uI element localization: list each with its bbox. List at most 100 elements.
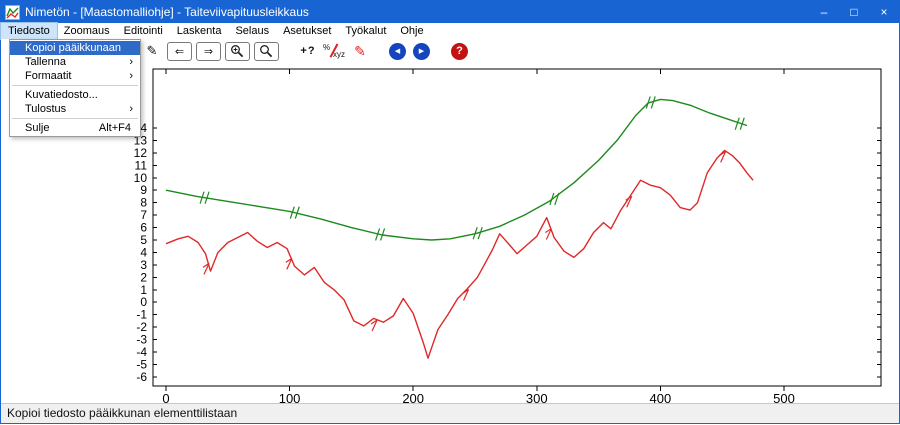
point-arrow-icon	[720, 151, 726, 155]
y-tick-label: 12	[134, 146, 148, 160]
step-forward-icon[interactable]: ▶	[413, 43, 430, 60]
statusbar: Kopioi tiedosto pääikkunan elementtilist…	[1, 403, 899, 423]
y-tick-label: -2	[136, 320, 147, 334]
y-tick-label: -5	[136, 357, 147, 371]
close-button[interactable]: ×	[869, 1, 899, 23]
station-hash-icon	[381, 228, 385, 240]
y-tick-label: 5	[140, 233, 147, 247]
view-next-icon[interactable]: ⇒	[196, 42, 221, 61]
magnifier-plus-icon	[230, 44, 245, 59]
menu-item-sulje[interactable]: Sulje Alt+F4	[10, 121, 140, 135]
menu-item-label: Tallenna	[25, 56, 66, 68]
station-hash-icon	[550, 193, 554, 205]
point-arrow-icon	[463, 290, 469, 294]
menu-item-label: Formaatit	[25, 70, 71, 82]
station-hash-icon	[478, 227, 482, 239]
station-hash-icon	[473, 227, 477, 239]
point-arrow-icon	[721, 151, 726, 162]
point-arrow-icon	[371, 320, 377, 324]
y-tick-label: 4	[140, 245, 147, 259]
coordinate-values-icon[interactable]: % xyz	[323, 41, 345, 61]
submenu-arrow-icon: ›	[129, 69, 133, 83]
menubar: Tiedosto Zoomaus Editointi Laskenta Sela…	[1, 23, 899, 39]
left-double-arrow-icon: ⇐	[175, 45, 184, 58]
y-tick-label: 10	[134, 171, 148, 185]
app-window: Nimetön - [Maastomalliohje] - Taiteviiva…	[0, 0, 900, 424]
point-arrow-icon	[464, 290, 469, 301]
xyz-glyph: xyz	[333, 51, 345, 58]
percent-glyph: %	[323, 44, 330, 51]
y-tick-label: 11	[135, 158, 148, 172]
app-icon	[5, 5, 20, 20]
step-back-icon[interactable]: ◀	[389, 43, 406, 60]
plot-frame	[153, 69, 881, 386]
menu-item-formaatit[interactable]: Formaatit ›	[10, 69, 140, 83]
y-tick-label: 7	[140, 208, 147, 222]
point-arrow-icon	[203, 263, 209, 267]
query-point-icon[interactable]: +?	[297, 41, 319, 61]
submenu-arrow-icon: ›	[129, 55, 133, 69]
station-hash-icon	[555, 193, 559, 205]
station-hash-icon	[740, 118, 744, 130]
station-hash-icon	[651, 96, 655, 108]
menu-item-label: Kuvatiedosto...	[25, 89, 98, 101]
y-tick-label: -6	[136, 370, 147, 384]
station-hash-icon	[295, 207, 299, 219]
file-menu: Kopioi pääikkunaan Tallenna › Formaatit …	[9, 39, 141, 137]
menu-separator	[12, 118, 138, 119]
zoom-window-icon[interactable]	[254, 42, 279, 61]
y-tick-label: 8	[140, 196, 147, 210]
magnifier-icon	[259, 44, 274, 59]
maximize-button[interactable]: □	[839, 1, 869, 23]
menubar-item-tiedosto[interactable]: Tiedosto	[1, 23, 57, 39]
statusbar-text: Kopioi tiedosto pääikkunan elementtilist…	[7, 406, 237, 420]
minimize-button[interactable]: –	[809, 1, 839, 23]
station-hash-icon	[205, 192, 209, 204]
point-arrow-icon	[287, 258, 292, 269]
menu-item-label: Kopioi pääikkunaan	[25, 42, 121, 54]
help-icon[interactable]: ?	[451, 43, 468, 60]
upper-profile-green-line	[166, 99, 747, 240]
lower-profile-red-line	[166, 150, 753, 358]
station-hash-icon	[290, 207, 294, 219]
y-tick-label: 3	[140, 258, 147, 272]
menu-item-kuvatiedosto[interactable]: Kuvatiedosto...	[10, 88, 140, 102]
station-hash-icon	[200, 192, 204, 204]
y-tick-label: 9	[140, 183, 147, 197]
station-hash-icon	[646, 96, 650, 108]
zoom-in-icon[interactable]	[225, 42, 250, 61]
red-pen-icon[interactable]: ✎	[349, 41, 371, 61]
edit-pen-icon[interactable]: ✎	[141, 41, 163, 61]
point-arrow-icon	[627, 196, 632, 207]
point-arrow-icon	[546, 229, 551, 240]
menu-item-shortcut: Alt+F4	[99, 121, 131, 135]
menubar-item-selaus[interactable]: Selaus	[228, 23, 276, 39]
submenu-arrow-icon: ›	[129, 102, 133, 116]
point-arrow-icon	[545, 229, 551, 233]
point-arrow-icon	[204, 263, 209, 274]
menu-separator	[12, 85, 138, 86]
menubar-item-ohje[interactable]: Ohje	[393, 23, 430, 39]
window-title: Nimetön - [Maastomalliohje] - Taiteviiva…	[25, 5, 309, 19]
menubar-item-tyokalut[interactable]: Työkalut	[338, 23, 393, 39]
menubar-item-zoomaus[interactable]: Zoomaus	[57, 23, 117, 39]
menubar-item-asetukset[interactable]: Asetukset	[276, 23, 338, 39]
point-arrow-icon	[626, 196, 632, 200]
y-tick-label: -3	[136, 333, 147, 347]
window-controls: – □ ×	[809, 1, 899, 23]
menubar-item-editointi[interactable]: Editointi	[117, 23, 170, 39]
menu-item-kopioi-paaikkunaan[interactable]: Kopioi pääikkunaan	[10, 41, 140, 55]
right-double-arrow-icon: ⇒	[204, 45, 213, 58]
point-arrow-icon	[286, 258, 292, 262]
y-tick-label: 2	[140, 270, 147, 284]
menubar-item-laskenta[interactable]: Laskenta	[170, 23, 229, 39]
view-previous-icon[interactable]: ⇐	[167, 42, 192, 61]
y-tick-label: 0	[140, 295, 147, 309]
menu-item-tallenna[interactable]: Tallenna ›	[10, 55, 140, 69]
menu-item-label: Sulje	[25, 122, 49, 134]
menu-item-label: Tulostus	[25, 103, 66, 115]
y-tick-label: 1	[140, 283, 147, 297]
titlebar[interactable]: Nimetön - [Maastomalliohje] - Taiteviiva…	[1, 1, 899, 23]
menu-item-tulostus[interactable]: Tulostus ›	[10, 102, 140, 116]
y-tick-label: -1	[136, 308, 147, 322]
